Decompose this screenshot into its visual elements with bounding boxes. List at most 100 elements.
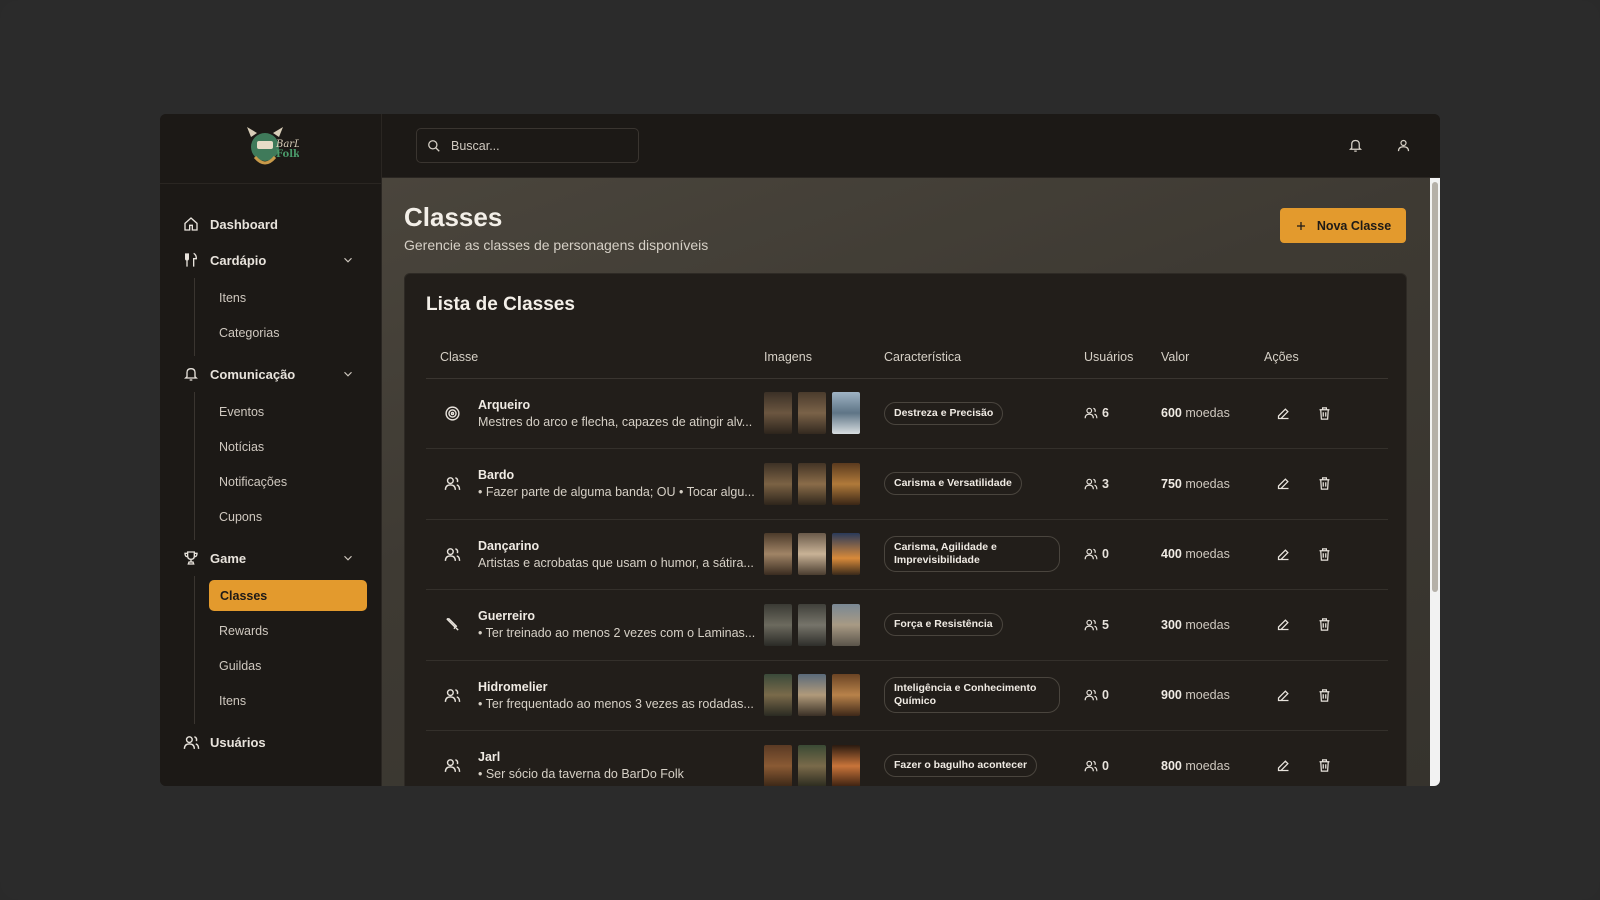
column-header-valor: Valor	[1161, 336, 1264, 379]
trash-icon[interactable]	[1317, 476, 1332, 491]
value-amount: 600	[1161, 406, 1182, 421]
chevron-down-icon[interactable]	[341, 551, 355, 565]
class-image[interactable]	[798, 603, 826, 646]
sidebar-subitem-rewards[interactable]: Rewards	[195, 613, 381, 648]
new-class-label: Nova Classe	[1316, 218, 1392, 233]
class-image[interactable]	[832, 462, 860, 505]
class-image[interactable]	[798, 533, 826, 576]
sidebar-subitem-notificacoes[interactable]: Notificações	[195, 464, 381, 499]
class-image[interactable]	[764, 744, 792, 786]
class-image[interactable]	[832, 744, 860, 786]
sidebar-item-label: Usuários	[210, 734, 266, 750]
class-image[interactable]	[798, 674, 826, 717]
users-icon	[1084, 619, 1098, 631]
users-count-value: 6	[1102, 406, 1109, 421]
trash-icon[interactable]	[1317, 758, 1332, 773]
edit-icon[interactable]	[1276, 758, 1291, 773]
class-image[interactable]	[764, 603, 792, 646]
class-image[interactable]	[832, 392, 860, 435]
value-amount: 750	[1161, 476, 1182, 491]
value-amount: 400	[1161, 547, 1182, 562]
value-unit: moedas	[1185, 688, 1230, 703]
sidebar-item-cardapio[interactable]: Cardápio	[160, 242, 381, 278]
sidebar-subitem-classes[interactable]: Classes	[209, 580, 367, 611]
edit-icon[interactable]	[1276, 688, 1291, 703]
table-row[interactable]: Dançarino Artistas e acrobatas que usam …	[426, 519, 1388, 590]
chevron-down-icon[interactable]	[341, 253, 355, 267]
notification-bell-icon[interactable]	[1346, 136, 1364, 154]
class-image[interactable]	[764, 533, 792, 576]
topbar-actions	[1346, 136, 1412, 154]
class-image[interactable]	[764, 392, 792, 435]
svg-text:Folk: Folk	[276, 149, 299, 160]
trait-badge: Carisma e Versatilidade	[884, 472, 1022, 496]
users-count: 6	[1084, 406, 1161, 420]
edit-icon[interactable]	[1276, 476, 1291, 491]
class-image[interactable]	[798, 744, 826, 786]
class-image[interactable]	[832, 533, 860, 576]
edit-icon[interactable]	[1276, 617, 1291, 632]
chevron-down-icon[interactable]	[341, 367, 355, 381]
table-row[interactable]: Hidromelier • Ter frequentado ao menos 3…	[426, 660, 1388, 731]
user-profile-icon[interactable]	[1394, 136, 1412, 154]
table-header-row: Classe Imagens Característica Usuários V…	[426, 336, 1388, 379]
users-count-value: 5	[1102, 617, 1109, 632]
target-icon	[443, 404, 461, 422]
sidebar-item-label: Game	[210, 550, 247, 566]
brand-logo[interactable]: BarDo Folk	[243, 123, 299, 175]
sidebar-item-game[interactable]: Game	[160, 540, 381, 576]
sidebar-subitem-categorias[interactable]: Categorias	[195, 315, 381, 350]
trash-icon[interactable]	[1317, 688, 1332, 703]
edit-icon[interactable]	[1276, 406, 1291, 421]
users-count-value: 0	[1102, 688, 1109, 703]
search-box[interactable]	[416, 128, 639, 163]
table-row[interactable]: Jarl • Ser sócio da taverna do BarDo Fol…	[426, 730, 1388, 786]
sidebar-subitem-itens-game[interactable]: Itens	[195, 683, 381, 718]
class-image[interactable]	[764, 462, 792, 505]
search-input[interactable]	[451, 138, 621, 153]
value-unit: moedas	[1185, 758, 1230, 773]
value-unit: moedas	[1185, 406, 1230, 421]
users-icon	[443, 757, 461, 775]
class-image[interactable]	[832, 674, 860, 717]
edit-icon[interactable]	[1276, 547, 1291, 562]
class-value: 900 moedas	[1161, 660, 1264, 731]
class-image[interactable]	[798, 392, 826, 435]
value-amount: 900	[1161, 688, 1182, 703]
class-image[interactable]	[832, 603, 860, 646]
class-image[interactable]	[798, 462, 826, 505]
column-header-caracteristica: Característica	[884, 336, 1084, 379]
trash-icon[interactable]	[1317, 406, 1332, 421]
logo-area: BarDo Folk	[160, 114, 381, 184]
trash-icon[interactable]	[1317, 617, 1332, 632]
class-description: • Fazer parte de alguma banda; OU • Toca…	[478, 485, 755, 500]
trait-badge: Destreza e Precisão	[884, 401, 1004, 425]
sidebar-subitem-cupons[interactable]: Cupons	[195, 499, 381, 534]
utensils-icon	[182, 251, 200, 269]
class-value: 750 moedas	[1161, 448, 1264, 520]
trash-icon[interactable]	[1317, 547, 1332, 562]
sidebar-subitem-eventos[interactable]: Eventos	[195, 394, 381, 429]
users-icon	[1084, 478, 1098, 490]
class-value: 800 moedas	[1161, 730, 1264, 786]
plus-icon	[1296, 221, 1305, 230]
sidebar-item-usuarios[interactable]: Usuários	[160, 724, 381, 760]
table-row[interactable]: Bardo • Fazer parte de alguma banda; OU …	[426, 448, 1388, 520]
sidebar-item-comunicacao[interactable]: Comunicação	[160, 356, 381, 392]
table-row[interactable]: Guerreiro • Ter treinado ao menos 2 veze…	[426, 589, 1388, 661]
users-count: 5	[1084, 618, 1161, 632]
new-class-button[interactable]: Nova Classe	[1280, 208, 1406, 243]
sidebar: BarDo Folk Dashboard Cardápio Itens Cate	[160, 114, 382, 786]
users-count: 0	[1084, 547, 1161, 561]
submenu-game: Classes Rewards Guildas Itens	[194, 576, 381, 724]
users-icon	[1084, 408, 1098, 419]
sidebar-item-dashboard[interactable]: Dashboard	[160, 206, 381, 242]
sidebar-subitem-guildas[interactable]: Guildas	[195, 648, 381, 683]
table-row[interactable]: Arqueiro Mestres do arco e flecha, capaz…	[426, 378, 1388, 449]
app-window: BarDo Folk Dashboard Cardápio Itens Cate	[160, 114, 1440, 786]
sidebar-subitem-itens[interactable]: Itens	[195, 280, 381, 315]
class-image[interactable]	[764, 674, 792, 717]
sidebar-subitem-noticias[interactable]: Notícias	[195, 429, 381, 464]
scrollbar-thumb[interactable]	[1432, 182, 1438, 592]
home-icon	[182, 215, 200, 233]
